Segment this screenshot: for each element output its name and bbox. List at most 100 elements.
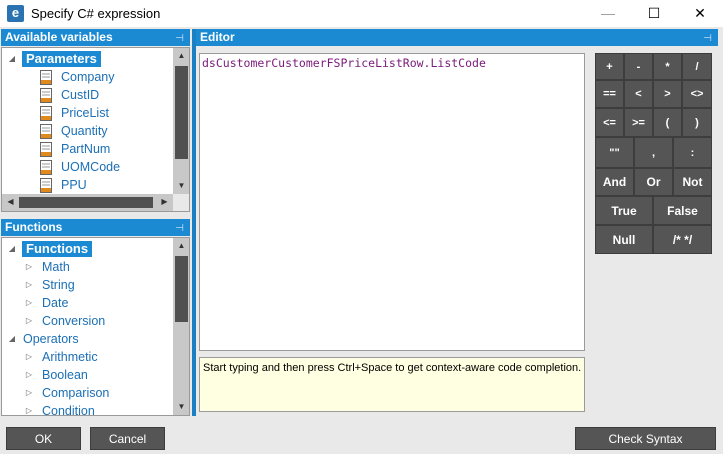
collapse-arrow-icon[interactable]: ◢ xyxy=(7,240,17,258)
less-equal-button[interactable]: <= xyxy=(595,108,624,137)
title-bar: e Specify C# expression — ☐ ✕ xyxy=(0,0,723,27)
tree-node-parameters[interactable]: ◢ Parameters xyxy=(2,50,172,68)
cancel-button[interactable]: Cancel xyxy=(90,427,165,450)
scrollbar-thumb[interactable] xyxy=(19,197,153,208)
hint-panel: Start typing and then press Ctrl+Space t… xyxy=(199,357,585,412)
ok-button[interactable]: OK xyxy=(6,427,81,450)
tree-label: Date xyxy=(42,296,69,310)
list-item[interactable]: PartNum xyxy=(2,140,172,158)
tree-label: PartNum xyxy=(61,142,111,156)
functions-vertical-scrollbar[interactable]: ▲ ▼ xyxy=(173,238,189,415)
list-item[interactable]: Quantity xyxy=(2,122,172,140)
tree-label: Parameters xyxy=(22,51,101,67)
expand-arrow-icon[interactable]: ▷ xyxy=(24,402,34,415)
quotes-button[interactable]: "" xyxy=(595,137,634,168)
list-item[interactable]: Company xyxy=(2,68,172,86)
tree-label: Math xyxy=(42,260,70,274)
scrollbar-corner xyxy=(173,194,189,211)
tree-label: Condition xyxy=(42,404,95,416)
check-syntax-button[interactable]: Check Syntax xyxy=(575,427,716,450)
greater-than-button[interactable]: > xyxy=(653,80,682,108)
list-item[interactable]: ▷ String xyxy=(2,276,172,294)
tree-label: Quantity xyxy=(61,124,108,138)
open-paren-button[interactable]: ( xyxy=(653,108,682,137)
true-button[interactable]: True xyxy=(595,196,653,225)
scroll-up-icon[interactable]: ▲ xyxy=(173,238,189,254)
minimize-button[interactable]: — xyxy=(585,0,631,27)
close-paren-button[interactable]: ) xyxy=(682,108,712,137)
scroll-down-icon[interactable]: ▼ xyxy=(173,399,189,415)
scroll-left-icon[interactable]: ◀ xyxy=(2,194,19,210)
less-than-button[interactable]: < xyxy=(624,80,653,108)
maximize-button[interactable]: ☐ xyxy=(631,0,677,27)
variables-vertical-scrollbar[interactable]: ▲ ▼ xyxy=(173,48,189,194)
tree-node-functions[interactable]: ◢ Functions xyxy=(2,240,172,258)
expand-arrow-icon[interactable]: ▷ xyxy=(24,312,34,330)
expression-editor[interactable]: dsCustomerCustomerFSPriceListRow.ListCod… xyxy=(199,53,585,351)
expression-text[interactable]: dsCustomerCustomerFSPriceListRow.ListCod… xyxy=(202,56,486,70)
colon-button[interactable]: : xyxy=(673,137,712,168)
pin-icon[interactable]: ⊣ xyxy=(175,30,184,47)
false-button[interactable]: False xyxy=(653,196,712,225)
list-item[interactable]: ▷ Comparison xyxy=(2,384,172,402)
collapse-arrow-icon[interactable]: ◢ xyxy=(7,50,17,68)
tree-label: Conversion xyxy=(42,314,106,328)
hint-text: Start typing and then press Ctrl+Space t… xyxy=(203,362,582,374)
list-item[interactable]: ▷ Condition xyxy=(2,402,172,416)
parameter-icon xyxy=(40,88,52,103)
close-button[interactable]: ✕ xyxy=(677,0,723,27)
multiply-button[interactable]: * xyxy=(653,53,682,80)
list-item[interactable]: ▷ Math xyxy=(2,258,172,276)
tree-node-operators[interactable]: ◢ Operators xyxy=(2,330,172,348)
variables-panel-header: Available variables ⊣ xyxy=(1,29,190,46)
window-title: Specify C# expression xyxy=(31,6,161,21)
list-item[interactable]: CustID xyxy=(2,86,172,104)
plus-button[interactable]: + xyxy=(595,53,624,80)
scrollbar-thumb[interactable] xyxy=(175,256,188,322)
equals-button[interactable]: == xyxy=(595,80,624,108)
pin-icon[interactable]: ⊣ xyxy=(175,220,184,237)
editor-panel-title: Editor xyxy=(200,30,235,44)
tree-label: UOMCode xyxy=(61,160,121,174)
list-item[interactable]: ▷ Arithmetic xyxy=(2,348,172,366)
panel-splitter[interactable] xyxy=(192,29,196,416)
minus-button[interactable]: - xyxy=(624,53,653,80)
collapse-arrow-icon[interactable]: ◢ xyxy=(7,330,17,348)
comment-button[interactable]: /* */ xyxy=(653,225,712,254)
scrollbar-thumb[interactable] xyxy=(175,66,188,159)
or-button[interactable]: Or xyxy=(634,168,673,196)
expand-arrow-icon[interactable]: ▷ xyxy=(24,366,34,384)
parameter-icon xyxy=(40,178,52,193)
list-item[interactable]: ▷ Date xyxy=(2,294,172,312)
expand-arrow-icon[interactable]: ▷ xyxy=(24,348,34,366)
null-button[interactable]: Null xyxy=(595,225,653,254)
greater-equal-button[interactable]: >= xyxy=(624,108,653,137)
scroll-down-icon[interactable]: ▼ xyxy=(173,178,189,194)
tree-label: Boolean xyxy=(42,368,88,382)
parameter-icon xyxy=(40,124,52,139)
tree-label: String xyxy=(42,278,75,292)
expand-arrow-icon[interactable]: ▷ xyxy=(24,276,34,294)
divide-button[interactable]: / xyxy=(682,53,712,80)
variables-horizontal-scrollbar[interactable]: ◀ ▶ xyxy=(2,194,173,211)
and-button[interactable]: And xyxy=(595,168,634,196)
pin-icon[interactable]: ⊣ xyxy=(703,30,712,47)
tree-label: Arithmetic xyxy=(42,350,98,364)
list-item[interactable]: PriceList xyxy=(2,104,172,122)
editor-panel-header: Editor ⊣ xyxy=(196,29,718,46)
not-button[interactable]: Not xyxy=(673,168,712,196)
expand-arrow-icon[interactable]: ▷ xyxy=(24,384,34,402)
list-item[interactable]: ▷ Conversion xyxy=(2,312,172,330)
expand-arrow-icon[interactable]: ▷ xyxy=(24,258,34,276)
list-item[interactable]: PPU xyxy=(2,176,172,194)
expand-arrow-icon[interactable]: ▷ xyxy=(24,294,34,312)
tree-label: PPU xyxy=(61,178,87,192)
not-equal-button[interactable]: <> xyxy=(682,80,712,108)
scroll-up-icon[interactable]: ▲ xyxy=(173,48,189,64)
functions-tree: ◢ Functions ▷ Math ▷ String ▷ Date ▷ Con… xyxy=(1,237,190,416)
comma-button[interactable]: , xyxy=(634,137,673,168)
list-item[interactable]: UOMCode xyxy=(2,158,172,176)
parameter-icon xyxy=(40,142,52,157)
list-item[interactable]: ▷ Boolean xyxy=(2,366,172,384)
scroll-right-icon[interactable]: ▶ xyxy=(156,194,173,210)
